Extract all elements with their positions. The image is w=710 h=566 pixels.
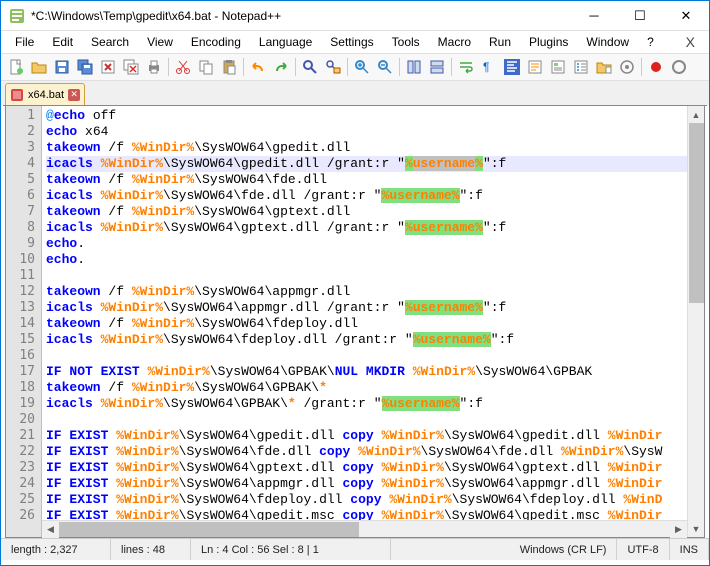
cut-icon[interactable]	[172, 56, 194, 78]
scroll-down-icon[interactable]: ▼	[688, 520, 704, 537]
menu-window[interactable]: Window	[578, 33, 637, 51]
tabbar: x64.bat ✕	[1, 81, 709, 105]
menu-tools[interactable]: Tools	[384, 33, 428, 51]
close-file-icon[interactable]	[97, 56, 119, 78]
svg-text:¶: ¶	[483, 60, 489, 74]
status-eol[interactable]: Windows (CR LF)	[510, 539, 618, 560]
menu-language[interactable]: Language	[251, 33, 320, 51]
code-area[interactable]: @echo offecho x64takeown /f %WinDir%\Sys…	[42, 106, 704, 537]
menu-view[interactable]: View	[139, 33, 181, 51]
titlebar: *C:\Windows\Temp\gpedit\x64.bat - Notepa…	[1, 1, 709, 31]
status-length: length : 2,327	[1, 539, 111, 560]
sync-h-icon[interactable]	[426, 56, 448, 78]
menu-file[interactable]: File	[7, 33, 42, 51]
scroll-up-icon[interactable]: ▲	[688, 106, 704, 123]
allchars-icon[interactable]: ¶	[478, 56, 500, 78]
zoom-in-icon[interactable]	[351, 56, 373, 78]
menu-settings[interactable]: Settings	[322, 33, 381, 51]
status-encoding[interactable]: UTF-8	[617, 539, 669, 560]
line-number-gutter: 1234567891011121314151617181920212223242…	[6, 106, 42, 537]
window-title: *C:\Windows\Temp\gpedit\x64.bat - Notepa…	[31, 9, 571, 23]
paste-icon[interactable]	[218, 56, 240, 78]
status-lines: lines : 48	[111, 539, 191, 560]
menu-ext-close[interactable]: X	[678, 32, 703, 52]
undo-icon[interactable]	[247, 56, 269, 78]
maximize-button[interactable]: ☐	[617, 1, 663, 31]
status-position: Ln : 4 Col : 56 Sel : 8 | 1	[191, 539, 391, 560]
find-icon[interactable]	[299, 56, 321, 78]
tab-modified-icon	[10, 88, 24, 102]
vertical-scrollbar[interactable]: ▲ ▼	[687, 106, 704, 537]
monitoring-icon[interactable]	[616, 56, 638, 78]
menu-run[interactable]: Run	[481, 33, 519, 51]
scroll-right-icon[interactable]: ▶	[670, 521, 687, 538]
tab-close-icon[interactable]: ✕	[68, 89, 80, 101]
udl-icon[interactable]	[524, 56, 546, 78]
save-icon[interactable]	[51, 56, 73, 78]
save-all-icon[interactable]	[74, 56, 96, 78]
new-file-icon[interactable]	[5, 56, 27, 78]
minimize-button[interactable]: ─	[571, 1, 617, 31]
zoom-out-icon[interactable]	[374, 56, 396, 78]
menu-edit[interactable]: Edit	[44, 33, 81, 51]
toolbar: ¶	[1, 53, 709, 81]
menu-plugins[interactable]: Plugins	[521, 33, 576, 51]
horizontal-scrollbar[interactable]: ◀ ▶	[42, 520, 687, 537]
menu-encoding[interactable]: Encoding	[183, 33, 249, 51]
sync-v-icon[interactable]	[403, 56, 425, 78]
print-icon[interactable]	[143, 56, 165, 78]
redo-icon[interactable]	[270, 56, 292, 78]
menu-help[interactable]: ?	[639, 33, 662, 51]
editor[interactable]: 1234567891011121314151617181920212223242…	[5, 106, 705, 538]
wordwrap-icon[interactable]	[455, 56, 477, 78]
tab-label: x64.bat	[28, 89, 64, 101]
docmap-icon[interactable]	[547, 56, 569, 78]
statusbar: length : 2,327 lines : 48 Ln : 4 Col : 5…	[1, 538, 709, 560]
menubar: File Edit Search View Encoding Language …	[1, 31, 709, 53]
stop-macro-icon[interactable]	[668, 56, 690, 78]
replace-icon[interactable]	[322, 56, 344, 78]
menu-search[interactable]: Search	[83, 33, 137, 51]
indent-guide-icon[interactable]	[501, 56, 523, 78]
status-insert-mode[interactable]: INS	[670, 539, 709, 560]
funclist-icon[interactable]	[570, 56, 592, 78]
open-file-icon[interactable]	[28, 56, 50, 78]
copy-icon[interactable]	[195, 56, 217, 78]
menu-macro[interactable]: Macro	[430, 33, 479, 51]
close-all-icon[interactable]	[120, 56, 142, 78]
close-button[interactable]: ✕	[663, 1, 709, 31]
scroll-thumb-v[interactable]	[689, 123, 704, 303]
app-icon	[9, 8, 25, 24]
scroll-left-icon[interactable]: ◀	[42, 521, 59, 538]
folder-panel-icon[interactable]	[593, 56, 615, 78]
tab-x64-bat[interactable]: x64.bat ✕	[5, 83, 85, 105]
record-macro-icon[interactable]	[645, 56, 667, 78]
scroll-thumb-h[interactable]	[59, 522, 359, 537]
